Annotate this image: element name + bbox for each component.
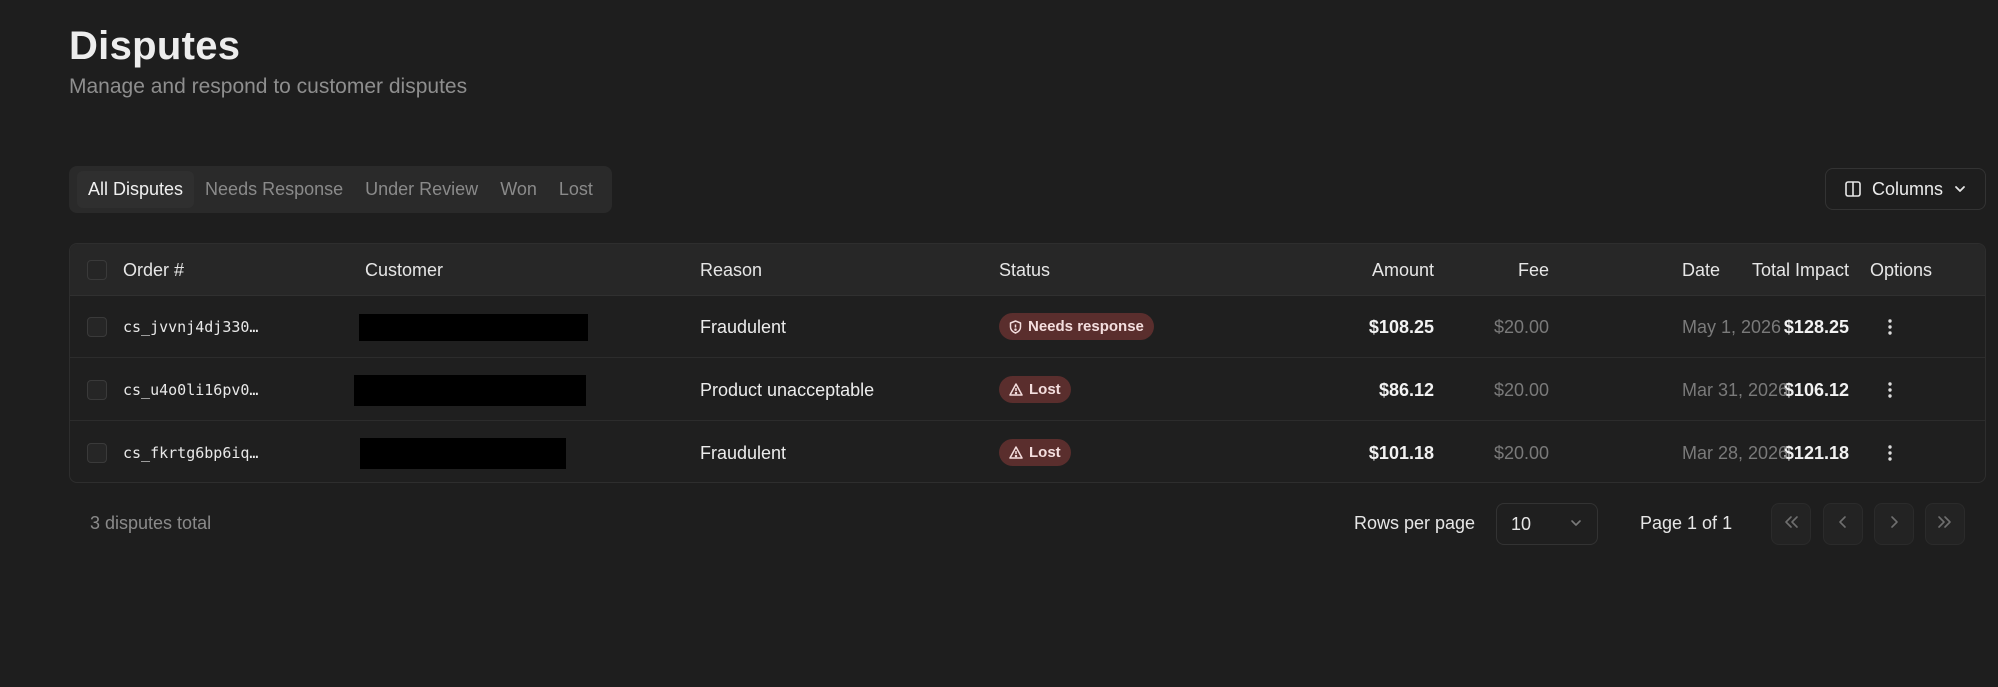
header-date[interactable]: Date <box>1682 244 1720 296</box>
status-badge: Lost <box>999 439 1071 466</box>
amount: $86.12 <box>1378 380 1434 400</box>
status-label: Lost <box>1029 381 1061 398</box>
table-header: Order # Customer Reason Status Amount Fe… <box>70 244 1985 296</box>
rows-per-page-label: Rows per page <box>1354 513 1476 533</box>
fee: $20.00 <box>1493 443 1549 463</box>
more-options-icon[interactable] <box>1878 378 1902 402</box>
first-page-button[interactable] <box>1771 503 1811 545</box>
next-page-button[interactable] <box>1874 503 1914 545</box>
date: Mar 31, 2026 <box>1682 380 1789 400</box>
previous-page-button[interactable] <box>1823 503 1863 545</box>
status-badge: Needs response <box>999 313 1154 340</box>
reason: Fraudulent <box>700 317 787 337</box>
header-amount[interactable]: Amount <box>1240 244 1434 296</box>
table-row[interactable]: cs_u4o0li16pv0… Product unacceptable Los… <box>70 359 1985 421</box>
status-badge: Lost <box>999 376 1071 403</box>
header-order[interactable]: Order # <box>123 244 184 296</box>
chevrons-left-icon <box>1783 515 1799 534</box>
customer-redacted <box>359 314 588 341</box>
select-all-checkbox[interactable] <box>87 260 107 280</box>
amount: $101.18 <box>1368 443 1434 463</box>
rows-per-page-select[interactable]: 10 <box>1496 503 1598 545</box>
amount: $108.25 <box>1368 317 1434 337</box>
disputes-total: 3 disputes total <box>90 513 212 533</box>
rows-per-page-value: 10 <box>1511 513 1532 534</box>
columns-icon <box>1844 180 1862 198</box>
header-customer[interactable]: Customer <box>365 244 443 296</box>
page-title: Disputes <box>69 24 241 68</box>
header-options: Options <box>1870 260 1933 280</box>
row-checkbox[interactable] <box>87 317 107 337</box>
chevron-left-icon <box>1838 515 1848 534</box>
customer-redacted <box>354 375 586 406</box>
order-id[interactable]: cs_fkrtg6bp6iq… <box>123 422 258 482</box>
tab-won[interactable]: Won <box>489 171 548 208</box>
fee: $20.00 <box>1493 317 1549 337</box>
chevron-down-icon <box>1569 514 1583 535</box>
tab-needs-response[interactable]: Needs Response <box>194 171 354 208</box>
tab-all-disputes[interactable]: All Disputes <box>77 171 195 208</box>
row-checkbox[interactable] <box>87 443 107 463</box>
customer-redacted <box>360 438 566 469</box>
chevron-right-icon <box>1889 515 1899 534</box>
date: May 1, 2026 <box>1682 317 1782 337</box>
order-id[interactable]: cs_u4o0li16pv0… <box>123 359 258 421</box>
page-subtitle: Manage and respond to customer disputes <box>69 75 468 98</box>
header-fee[interactable]: Fee <box>1450 244 1549 296</box>
warning-icon <box>1009 446 1023 459</box>
header-reason[interactable]: Reason <box>700 244 762 296</box>
tab-lost[interactable]: Lost <box>548 171 604 208</box>
status-label: Lost <box>1029 444 1061 461</box>
table-row[interactable]: cs_jvvnj4dj330… Fraudulent Needs respons… <box>70 296 1985 358</box>
shield-icon <box>1009 319 1022 334</box>
page-info: Page 1 of 1 <box>1640 513 1733 533</box>
warning-icon <box>1009 383 1023 396</box>
disputes-table: Order # Customer Reason Status Amount Fe… <box>69 243 1986 483</box>
dispute-filter-tabs: All Disputes Needs Response Under Review… <box>69 166 612 213</box>
reason: Fraudulent <box>700 443 787 463</box>
fee: $20.00 <box>1493 380 1549 400</box>
chevron-down-icon <box>1953 182 1967 196</box>
tab-under-review[interactable]: Under Review <box>354 171 489 208</box>
table-row[interactable]: cs_fkrtg6bp6iq… Fraudulent Lost $101.18 … <box>70 422 1985 482</box>
chevrons-right-icon <box>1937 515 1953 534</box>
reason: Product unacceptable <box>700 380 875 400</box>
header-status[interactable]: Status <box>999 244 1050 296</box>
more-options-icon[interactable] <box>1878 441 1902 465</box>
columns-button[interactable]: Columns <box>1825 168 1986 210</box>
columns-button-label: Columns <box>1871 178 1944 199</box>
order-id[interactable]: cs_jvvnj4dj330… <box>123 296 258 358</box>
status-label: Needs response <box>1028 318 1144 335</box>
more-options-icon[interactable] <box>1878 315 1902 339</box>
last-page-button[interactable] <box>1925 503 1965 545</box>
disputes-page: Disputes Manage and respond to customer … <box>0 0 1998 687</box>
date: Mar 28, 2026 <box>1682 443 1789 463</box>
row-checkbox[interactable] <box>87 380 107 400</box>
